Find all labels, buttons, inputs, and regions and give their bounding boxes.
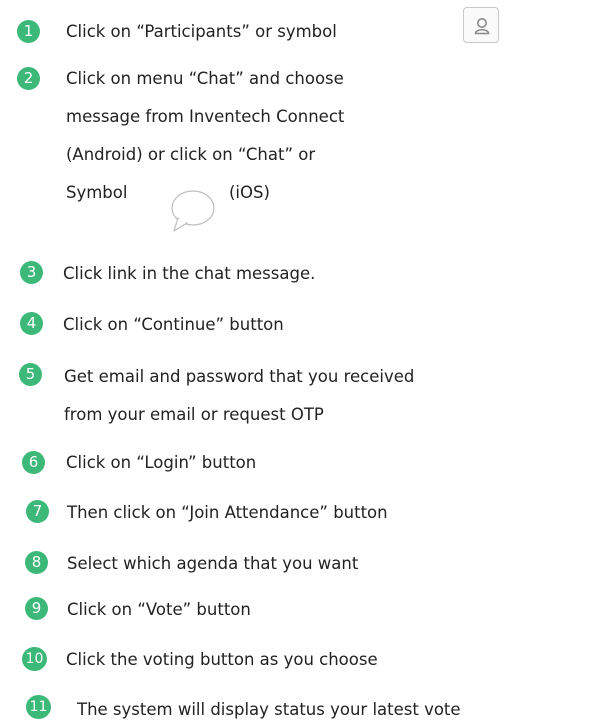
step-number-badge: 10 (22, 647, 47, 671)
step-number-badge: 7 (26, 500, 49, 523)
step-text: Click on “Vote” button (67, 600, 251, 619)
step-number-badge: 3 (20, 261, 43, 284)
step-text: Click on “Participants” or symbol (66, 22, 337, 41)
step-text-line: message from Inventech Connect (66, 107, 345, 126)
step-number-badge: 8 (25, 551, 48, 574)
step-text-line: (Android) or click on “Chat” or (66, 145, 316, 164)
participants-button[interactable] (463, 7, 499, 43)
chat-bubble-icon (171, 190, 215, 232)
step-text-line: from your email or request OTP (64, 405, 324, 424)
step-text: Click on “Login” button (66, 453, 257, 472)
step-text: The system will display status your late… (77, 700, 461, 719)
step-text: Click on “Continue” button (63, 315, 284, 334)
step-number-badge: 9 (25, 597, 48, 620)
step-text-line: (iOS) (229, 183, 270, 202)
step-number-badge: 2 (17, 67, 40, 90)
step-text-line: Click on menu “Chat” and choose (66, 69, 344, 88)
step-number-badge: 6 (22, 451, 45, 474)
step-text: Click the voting button as you choose (66, 650, 378, 669)
step-text: Select which agenda that you want (67, 554, 359, 573)
step-text-line: Get email and password that you received (64, 367, 415, 386)
step-number-badge: 5 (19, 363, 42, 386)
person-icon (474, 18, 490, 35)
step-number-badge: 11 (26, 695, 51, 719)
step-text-line: Symbol (66, 183, 128, 202)
step-number-badge: 4 (20, 312, 43, 335)
step-text: Click link in the chat message. (63, 264, 316, 283)
step-number-badge: 1 (17, 20, 40, 43)
chat-button[interactable] (169, 188, 217, 238)
step-text: Then click on “Join Attendance” button (67, 503, 388, 522)
